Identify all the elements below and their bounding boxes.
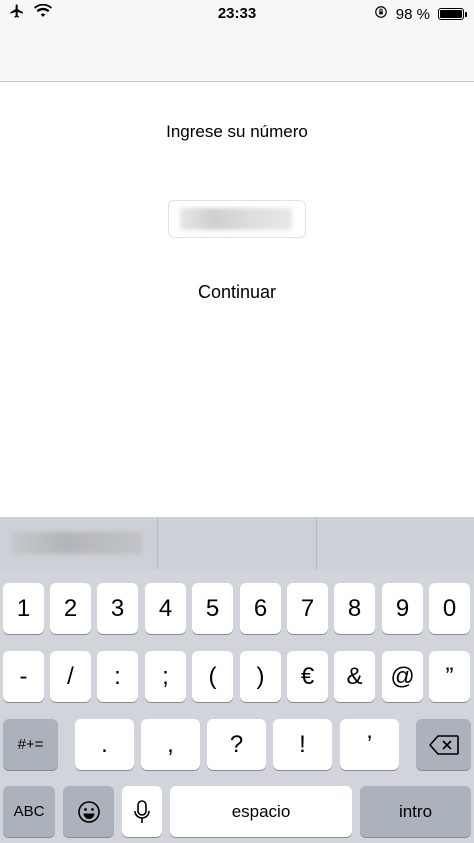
status-right: 98 % bbox=[374, 5, 467, 23]
suggestion-3[interactable] bbox=[315, 517, 474, 570]
key-at[interactable]: @ bbox=[382, 651, 423, 702]
key-hyphen[interactable]: - bbox=[3, 651, 44, 702]
emoji-icon bbox=[77, 800, 100, 823]
suggestion-2[interactable] bbox=[157, 517, 315, 570]
suggestion-1[interactable] bbox=[0, 517, 157, 570]
key-open-paren[interactable]: ( bbox=[192, 651, 233, 702]
key-abc[interactable]: ABC bbox=[3, 786, 55, 837]
page-prompt: Ingrese su número bbox=[166, 122, 308, 141]
key-question[interactable]: ? bbox=[207, 719, 266, 770]
key-ampersand[interactable]: & bbox=[334, 651, 375, 702]
key-comma[interactable]: , bbox=[141, 719, 200, 770]
backspace-key[interactable] bbox=[416, 719, 471, 770]
key-8[interactable]: 8 bbox=[334, 583, 375, 634]
key-apostrophe[interactable]: ’ bbox=[340, 719, 399, 770]
dictation-key[interactable] bbox=[122, 786, 162, 837]
battery-icon bbox=[438, 8, 467, 20]
key-5[interactable]: 5 bbox=[192, 583, 233, 634]
return-key[interactable]: intro bbox=[360, 786, 471, 837]
battery-percent: 98 % bbox=[395, 5, 430, 23]
key-symbols-shift[interactable]: #+= bbox=[3, 719, 58, 770]
key-quote[interactable]: ” bbox=[429, 651, 470, 702]
space-key[interactable]: espacio bbox=[170, 786, 352, 837]
key-period[interactable]: . bbox=[75, 719, 134, 770]
key-close-paren[interactable]: ) bbox=[240, 651, 281, 702]
status-bar: 23:33 98 % bbox=[0, 0, 474, 28]
key-colon[interactable]: : bbox=[97, 651, 138, 702]
key-euro[interactable]: € bbox=[287, 651, 328, 702]
key-2[interactable]: 2 bbox=[50, 583, 91, 634]
key-semicolon[interactable]: ; bbox=[145, 651, 186, 702]
key-exclamation[interactable]: ! bbox=[273, 719, 332, 770]
emoji-key[interactable] bbox=[63, 786, 114, 837]
top-bar: 23:33 98 % bbox=[0, 0, 474, 82]
key-6[interactable]: 6 bbox=[240, 583, 281, 634]
predictive-bar bbox=[0, 517, 474, 570]
microphone-icon bbox=[134, 799, 150, 823]
key-0[interactable]: 0 bbox=[429, 583, 470, 634]
screen: 23:33 98 % Ingrese su número Continuar 1… bbox=[0, 0, 474, 843]
key-1[interactable]: 1 bbox=[3, 583, 44, 634]
key-7[interactable]: 7 bbox=[287, 583, 328, 634]
key-4[interactable]: 4 bbox=[145, 583, 186, 634]
key-9[interactable]: 9 bbox=[382, 583, 423, 634]
backspace-icon bbox=[428, 734, 459, 755]
numeric-keyboard: 1 2 3 4 5 6 7 8 9 0 - / : ; ( ) € & @ ” … bbox=[0, 517, 474, 843]
key-3[interactable]: 3 bbox=[97, 583, 138, 634]
rotation-lock-icon bbox=[374, 5, 388, 23]
continue-button[interactable]: Continuar bbox=[0, 282, 474, 303]
key-slash[interactable]: / bbox=[50, 651, 91, 702]
phone-number-input[interactable] bbox=[168, 200, 306, 238]
